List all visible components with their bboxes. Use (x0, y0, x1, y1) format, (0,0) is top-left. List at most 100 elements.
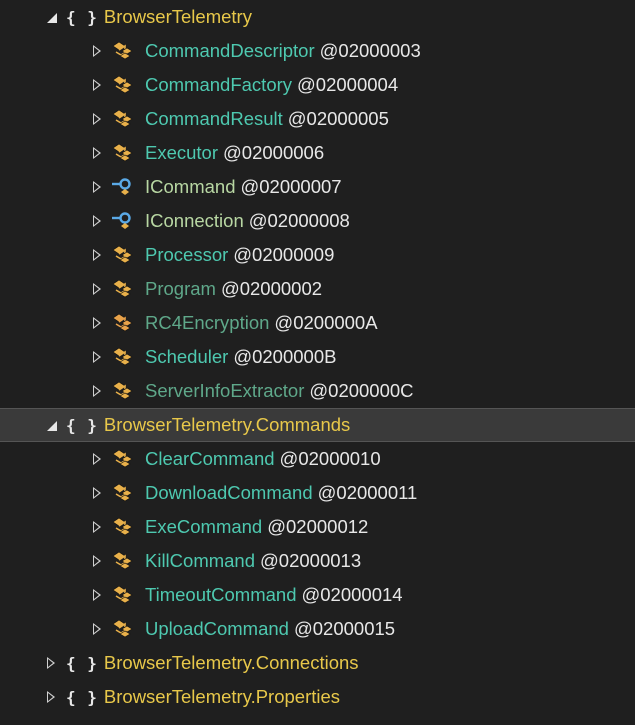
type-name-label: ClearCommand (145, 448, 275, 469)
interface-icon (108, 170, 136, 204)
type-node[interactable]: DownloadCommand @02000011 (0, 476, 635, 510)
expand-triangle-icon[interactable] (86, 578, 108, 612)
class-icon (108, 102, 136, 136)
expand-triangle-icon[interactable] (86, 544, 108, 578)
type-node[interactable]: TimeoutCommand @02000014 (0, 578, 635, 612)
metadata-token: @02000004 (297, 74, 399, 95)
class-icon (108, 68, 136, 102)
metadata-token: @02000003 (319, 40, 421, 61)
expand-triangle-icon[interactable] (86, 238, 108, 272)
namespace-icon: { } (66, 653, 98, 673)
metadata-token: @02000011 (317, 482, 418, 503)
type-node[interactable]: CommandResult @02000005 (0, 102, 635, 136)
expand-triangle-icon[interactable] (86, 612, 108, 646)
type-node[interactable]: ExeCommand @02000012 (0, 510, 635, 544)
metadata-token: @0200000B (233, 346, 337, 367)
expand-triangle-icon[interactable] (86, 34, 108, 68)
metadata-token: @02000005 (287, 108, 389, 129)
class-icon (108, 136, 136, 170)
expand-triangle-icon[interactable] (86, 136, 108, 170)
type-name-label: Executor (145, 142, 219, 163)
class-icon (108, 34, 136, 68)
type-node[interactable]: Processor @02000009 (0, 238, 635, 272)
expand-triangle-icon[interactable] (40, 680, 62, 714)
type-name-label: CommandFactory (145, 74, 293, 95)
namespace-icon: { } (66, 415, 98, 435)
expand-triangle-icon[interactable] (86, 204, 108, 238)
type-node[interactable]: UploadCommand @02000015 (0, 612, 635, 646)
collapse-triangle-icon[interactable] (40, 0, 62, 34)
expand-triangle-icon[interactable] (40, 646, 62, 680)
type-name-label: RC4Encryption (145, 312, 270, 333)
namespace-label: BrowserTelemetry.Connections (103, 652, 359, 673)
class-icon (108, 374, 136, 408)
class-icon (108, 612, 136, 646)
class-icon (108, 544, 136, 578)
namespace-icon: { } (66, 7, 98, 27)
metadata-token: @02000006 (223, 142, 325, 163)
type-node[interactable]: Scheduler @0200000B (0, 340, 635, 374)
expand-triangle-icon[interactable] (86, 170, 108, 204)
class-icon (108, 442, 136, 476)
expand-triangle-icon[interactable] (86, 442, 108, 476)
namespace-label: BrowserTelemetry.Commands (103, 414, 351, 435)
expand-triangle-icon[interactable] (86, 510, 108, 544)
metadata-token: @02000008 (248, 210, 350, 231)
type-node[interactable]: CommandDescriptor @02000003 (0, 34, 635, 68)
expand-triangle-icon[interactable] (86, 476, 108, 510)
type-node[interactable]: RC4Encryption @0200000A (0, 306, 635, 340)
type-node[interactable]: Program @02000002 (0, 272, 635, 306)
type-node[interactable]: CommandFactory @02000004 (0, 68, 635, 102)
metadata-token: @02000007 (240, 176, 342, 197)
type-node[interactable]: Executor @02000006 (0, 136, 635, 170)
class-icon (108, 510, 136, 544)
metadata-token: @02000012 (267, 516, 369, 537)
expand-triangle-icon[interactable] (86, 102, 108, 136)
type-name-label: UploadCommand (145, 618, 289, 639)
expand-triangle-icon[interactable] (86, 272, 108, 306)
namespace-icon: { } (66, 687, 98, 707)
namespace-node[interactable]: { } BrowserTelemetry (0, 0, 635, 34)
type-node[interactable]: ICommand @02000007 (0, 170, 635, 204)
type-name-label: KillCommand (145, 550, 256, 571)
class-icon (108, 476, 136, 510)
type-name-label: Processor (145, 244, 229, 265)
static-class-icon (108, 306, 136, 340)
metadata-token: @0200000C (309, 380, 414, 401)
type-name-label: ICommand (145, 176, 236, 197)
class-icon (108, 578, 136, 612)
type-name-label: ExeCommand (145, 516, 263, 537)
namespace-label: BrowserTelemetry.Properties (103, 686, 341, 707)
expand-triangle-icon[interactable] (86, 306, 108, 340)
namespace-node[interactable]: { } BrowserTelemetry.Connections (0, 646, 635, 680)
class-icon (108, 238, 136, 272)
interface-icon (108, 204, 136, 238)
type-name-label: IConnection (145, 210, 244, 231)
type-name-label: CommandDescriptor (145, 40, 315, 61)
type-name-label: ServerInfoExtractor (145, 380, 305, 401)
expand-triangle-icon[interactable] (86, 340, 108, 374)
type-node[interactable]: ServerInfoExtractor @0200000C (0, 374, 635, 408)
metadata-token: @02000013 (260, 550, 362, 571)
expand-triangle-icon[interactable] (86, 374, 108, 408)
collapse-triangle-icon[interactable] (40, 408, 62, 442)
metadata-token: @02000009 (233, 244, 335, 265)
type-node[interactable]: IConnection @02000008 (0, 204, 635, 238)
metadata-token: @02000002 (220, 278, 323, 299)
metadata-token: @02000015 (293, 618, 396, 639)
type-name-label: Program (145, 278, 216, 299)
type-name-label: Scheduler (145, 346, 229, 367)
type-name-label: CommandResult (145, 108, 283, 129)
class-icon (108, 272, 136, 306)
assembly-tree-view[interactable]: { } BrowserTelemetry CommandDescriptor @020… (0, 0, 635, 725)
expand-triangle-icon[interactable] (86, 68, 108, 102)
metadata-token: @02000010 (279, 448, 381, 469)
type-node[interactable]: ClearCommand @02000010 (0, 442, 635, 476)
class-icon (108, 340, 136, 374)
metadata-token: @0200000A (274, 312, 378, 333)
type-name-label: DownloadCommand (145, 482, 313, 503)
metadata-token: @02000014 (301, 584, 403, 605)
namespace-node[interactable]: { } BrowserTelemetry.Properties (0, 680, 635, 714)
type-node[interactable]: KillCommand @02000013 (0, 544, 635, 578)
namespace-node[interactable]: { } BrowserTelemetry.Commands (0, 408, 635, 442)
